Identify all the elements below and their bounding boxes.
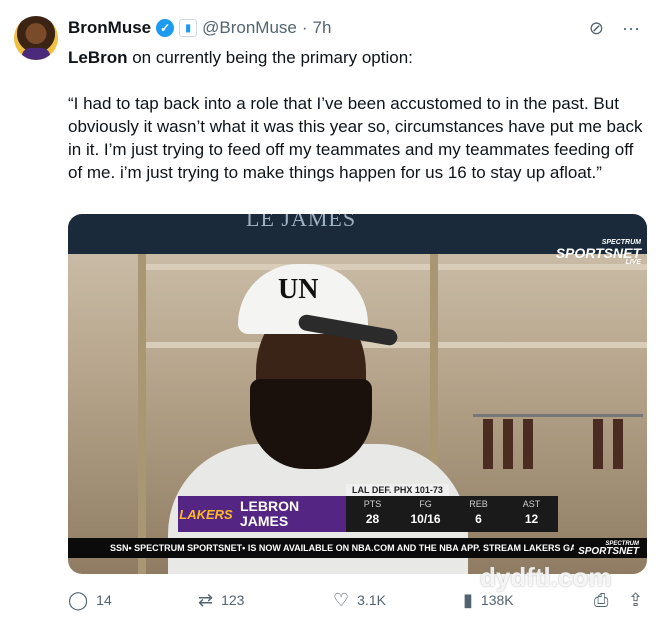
reply-button[interactable]: ◯ 14 (68, 590, 112, 611)
ticker-text: SSN• SPECTRUM SPORTSNET• IS NOW AVAILABL… (110, 543, 606, 553)
tweet-lead: LeBron on currently being the primary op… (68, 46, 648, 69)
hanging-shirt (613, 419, 623, 469)
stat-pts: PTS 28 (346, 496, 399, 532)
ticker-logo: SPECTRUM SPORTSNET (574, 538, 643, 558)
lakers-logo-text: LAKERS (179, 506, 233, 522)
author-avatar[interactable] (14, 16, 58, 60)
share-icon: ⇪ (628, 589, 644, 610)
tweet-top-actions: ⊘ ··· (589, 18, 640, 39)
broadcaster-logo-big: SPORTSNET (555, 245, 641, 261)
like-button[interactable]: ♡ 3.1K (333, 590, 386, 611)
tweet-timestamp[interactable]: 7h (313, 18, 332, 38)
clothes-rack (473, 414, 643, 474)
stat-value: 12 (524, 512, 539, 526)
views-icon: ▮ (463, 589, 473, 610)
stat-label: FG (419, 499, 432, 509)
clothes-rail (473, 414, 643, 417)
stat-label: PTS (363, 499, 382, 509)
tweet-header: BronMuse ✓ ▮ @BronMuse · 7h (68, 17, 331, 39)
stat-line: PTS 28 FG 10/16 REB 6 AST 12 (346, 496, 558, 532)
locker-shelf (438, 342, 647, 348)
tweet-lead-name: LeBron (68, 48, 128, 67)
author-display-name[interactable]: BronMuse (68, 18, 151, 38)
tweet-video[interactable]: LE JAMES UN SPECTRUM SPORTSNET LIVE LAL … (68, 214, 647, 574)
avatar-jersey (22, 48, 50, 60)
view-count: 138K (480, 592, 514, 608)
heart-icon: ♡ (333, 589, 350, 610)
retweet-count: 123 (221, 592, 245, 608)
hanging-shirt (523, 419, 533, 469)
bookmark-icon: ⎙ (594, 589, 609, 610)
verified-check-icon: ✓ (156, 19, 175, 37)
reply-icon: ◯ (68, 589, 89, 610)
bookmark-button[interactable]: ⎙ (594, 590, 608, 611)
retweet-icon: ⇄ (198, 589, 214, 610)
player-name: LEBRON JAMES (234, 496, 346, 532)
retweet-button[interactable]: ⇄ 123 (198, 590, 244, 611)
stat-label: REB (469, 499, 488, 509)
separator-dot: · (301, 18, 308, 37)
locker-nameplate: LE JAMES (246, 214, 357, 231)
stat-label: AST (522, 499, 541, 509)
locker-divider (138, 254, 146, 574)
broadcaster-logo: SPECTRUM SPORTSNET LIVE (556, 238, 641, 268)
news-ticker: SSN• SPECTRUM SPORTSNET• IS NOW AVAILABL… (68, 538, 647, 558)
affiliate-badge-icon[interactable]: ▮ (179, 19, 198, 37)
tweet-body: LeBron on currently being the primary op… (68, 46, 648, 207)
like-count: 3.1K (357, 592, 386, 608)
more-icon[interactable]: ··· (622, 18, 640, 39)
player-last-name: JAMES (240, 513, 289, 529)
stat-value: 10/16 (410, 512, 441, 526)
cap-text: UN (278, 274, 319, 305)
share-button[interactable]: ⇪ (628, 590, 643, 611)
hanging-shirt (483, 419, 493, 469)
hanging-shirt (593, 419, 603, 469)
tweet-action-bar: ◯ 14 ⇄ 123 ♡ 3.1K ▮ 138K ⎙ ⇪ (68, 588, 648, 612)
views-button[interactable]: ▮ 138K (463, 590, 514, 611)
stat-reb: REB 6 (452, 496, 505, 532)
tweet-quote: “I had to tap back into a role that I’ve… (68, 94, 643, 182)
lakers-logo: LAKERS (178, 496, 234, 532)
player-first-name: LEBRON (240, 498, 300, 514)
tweet-lead-rest: on currently being the primary option: (127, 48, 413, 67)
stats-lower-third: LAL DEF. PHX 101-73 LAKERS LEBRON JAMES … (178, 484, 558, 532)
hanging-shirt (503, 419, 513, 469)
grok-icon[interactable]: ⊘ (589, 18, 604, 39)
stat-ast: AST 12 (505, 496, 558, 532)
stat-value: 6 (475, 512, 482, 526)
stat-value: 28 (365, 512, 380, 526)
reply-count: 14 (96, 592, 112, 608)
stat-fg: FG 10/16 (399, 496, 452, 532)
game-result: LAL DEF. PHX 101-73 (346, 484, 449, 496)
author-handle[interactable]: @BronMuse (202, 18, 297, 38)
ticker-logo-big: SPORTSNET (578, 546, 639, 557)
